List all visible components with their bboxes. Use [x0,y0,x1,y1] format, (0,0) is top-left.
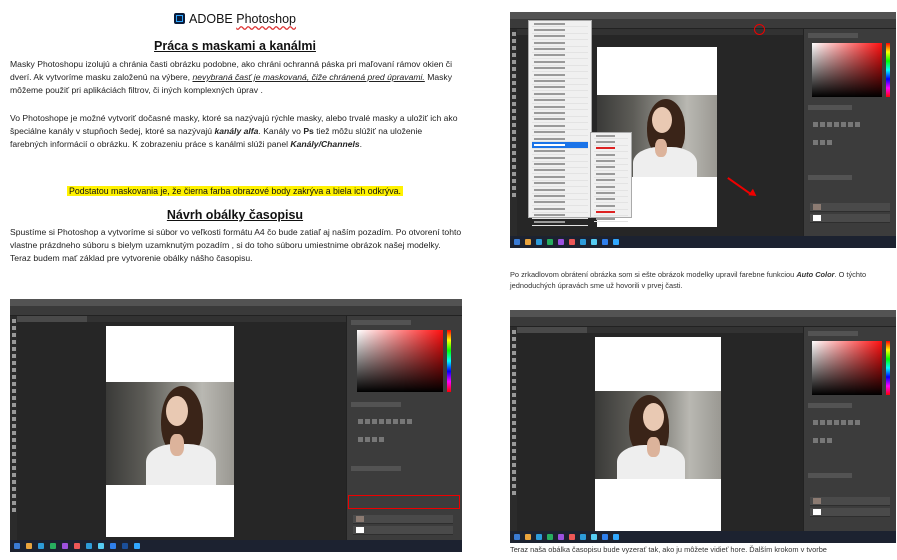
ps-canvas-area [17,322,347,540]
photoshop-logo-icon [173,13,185,24]
caption-1-auto-color: Auto Color [796,270,835,279]
color-picker [357,330,443,392]
windows-taskbar [510,531,896,543]
paragraph-new-file: Spustíme si Photoshop a vytvoríme si súb… [10,227,462,263]
adjustments-grid [357,412,417,448]
layer-photo [810,497,890,506]
image-menu [528,20,592,226]
adjustments-grid [812,413,862,449]
ps-options-bar [10,306,462,316]
color-picker [812,43,882,97]
hue-slider [447,330,451,392]
color-picker [812,341,882,395]
ps-options-bar [510,317,896,327]
para-2-channels-panel: Kanály/Channels [290,139,360,149]
hue-slider [886,43,890,97]
model-photo [106,382,234,485]
ps-toolbar [510,327,517,531]
para-2-text-2: . Kanály vo [258,126,304,136]
screenshot-image-menu [510,12,896,248]
para-2-ps: Ps [303,126,314,136]
ps-canvas-area [517,333,803,531]
layer-photo [353,515,453,524]
caption-auto-color: Po zrkadlovom obrátení obrázka som si eš… [510,270,890,291]
ps-right-panels [803,327,896,531]
heading-masks-channels: Práca s maskami a kanálmi [154,39,316,53]
annotation-circle [754,24,765,35]
left-page: ADOBE Photoshop Práca s maskami a kanálm… [0,0,470,560]
para-1-underlined: nevybraná časť je maskovaná, čiže chráne… [192,72,425,82]
ps-menubar [10,299,462,306]
document-title: ADOBE Photoshop [0,12,470,26]
ps-menubar [510,12,896,19]
title-brand: ADOBE [188,12,233,26]
image-rotation-submenu [590,132,632,223]
paragraph-quick-masks: Vo Photoshope je možné vytvoriť dočasné … [10,112,462,151]
layer-background [810,508,890,517]
screenshot-photoshop-layers [10,299,462,552]
adjustments-grid [812,115,862,151]
screenshot-cover-result [510,310,896,543]
paragraph-masks-intro: Masky Photoshopu izolujú a chránia časti… [10,58,462,97]
title-app: Photoshop [236,12,297,26]
windows-taskbar [10,540,462,552]
ps-right-panels [803,29,896,236]
ps-toolbar [10,316,17,540]
heading-magazine-cover: Návrh obálky časopisu [166,208,304,222]
windows-taskbar [510,236,896,248]
layer-background [353,526,453,535]
highlight-line: Podstatou maskovania je, že čierna farba… [0,181,470,199]
annotation-red-box [348,495,460,509]
caption-cover-next-step: Teraz naša obálka časopisu bude vyzerať … [510,545,827,554]
highlight-text: Podstatou maskovania je, že čierna farba… [66,186,404,196]
layer-photo [810,203,890,212]
ps-toolbar [510,29,517,236]
layer-background [810,214,890,223]
hue-slider [886,341,890,395]
caption-1-text: Po zrkadlovom obrátení obrázka som si eš… [510,270,797,279]
model-photo-mirrored [595,391,721,479]
ps-menubar [510,310,896,317]
para-2-alpha-channels: kanály alfa [214,126,259,136]
para-2-end: . [359,139,363,149]
